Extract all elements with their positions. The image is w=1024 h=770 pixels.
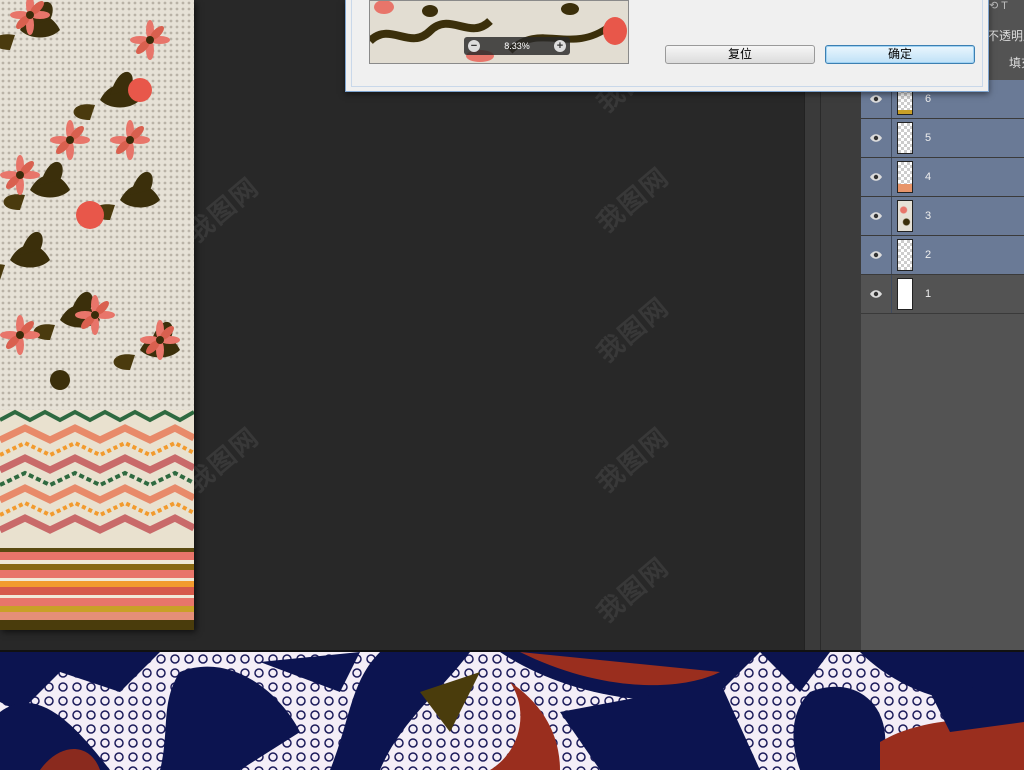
layer-name: 5	[925, 132, 932, 144]
layer-row[interactable]: 3	[861, 197, 1024, 236]
layer-thumbnail	[897, 278, 913, 310]
layer-row[interactable]: 1	[861, 275, 1024, 314]
layer-name: 4	[925, 171, 932, 183]
visibility-eye-icon[interactable]	[861, 236, 892, 274]
preview-pane[interactable]: − 8.33% +	[369, 0, 629, 64]
zoom-control: − 8.33% +	[464, 37, 570, 55]
document-canvas[interactable]	[0, 0, 194, 630]
layer-name: 2	[925, 249, 932, 261]
visibility-eye-icon[interactable]	[861, 158, 892, 196]
zoom-in-icon[interactable]: +	[554, 40, 566, 52]
visibility-eye-icon[interactable]	[861, 119, 892, 157]
layer-name: 3	[925, 210, 932, 222]
navy-floral-artwork	[0, 652, 1024, 770]
text-tool-icon[interactable]: ⟲ T	[989, 0, 1008, 12]
bottom-pattern-image	[0, 650, 1024, 770]
zoom-level: 8.33%	[504, 41, 530, 51]
layer-thumbnail	[897, 200, 913, 232]
layer-row[interactable]: 5	[861, 119, 1024, 158]
layer-row[interactable]: 2	[861, 236, 1024, 275]
visibility-eye-icon[interactable]	[861, 275, 892, 313]
filter-dialog: − 8.33% + 复位 确定	[345, 0, 989, 92]
fill-label: 填充	[1009, 56, 1024, 70]
reset-button[interactable]: 复位	[665, 45, 815, 64]
panel-dock-strip	[820, 0, 862, 650]
vertical-scrollbar[interactable]	[804, 0, 821, 650]
dialog-body: − 8.33% + 复位 确定	[351, 0, 983, 87]
layer-thumbnail	[897, 239, 913, 271]
floral-pattern-artwork	[0, 0, 194, 630]
layer-name: 1	[925, 288, 932, 300]
layer-name: 6	[925, 93, 932, 105]
layer-row[interactable]: 4	[861, 158, 1024, 197]
visibility-eye-icon[interactable]	[861, 197, 892, 235]
zoom-out-icon[interactable]: −	[468, 40, 480, 52]
opacity-label: 不透明度	[987, 29, 1024, 43]
layers-panel-header: ⟲ T 不透明度 填充	[987, 0, 1024, 80]
layer-thumbnail	[897, 122, 913, 154]
ok-button[interactable]: 确定	[825, 45, 975, 64]
layer-thumbnail	[897, 161, 913, 193]
layers-panel: 6 5 4 3 2 1	[861, 0, 1024, 650]
